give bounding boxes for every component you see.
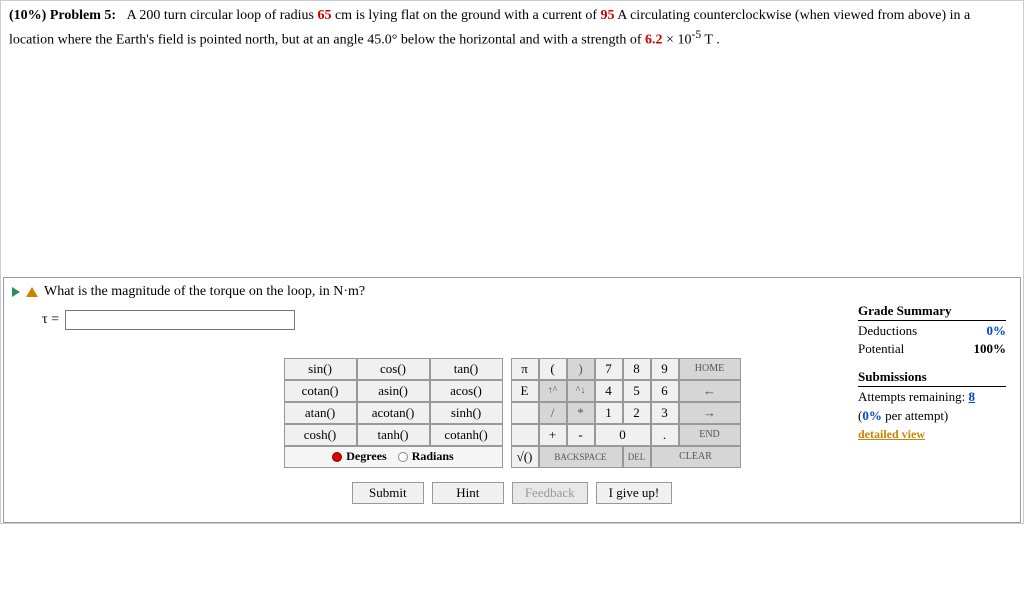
key-3[interactable]: 3: [651, 402, 679, 424]
key-4[interactable]: 4: [595, 380, 623, 402]
giveup-button[interactable]: I give up!: [596, 482, 673, 504]
radians-radio[interactable]: [398, 452, 408, 462]
e-key[interactable]: E: [511, 380, 539, 402]
divide-key[interactable]: /: [539, 402, 567, 424]
problem-weight: (10%): [9, 8, 46, 23]
sqrt-key[interactable]: √(): [511, 446, 539, 468]
cosh-button[interactable]: cosh(): [284, 424, 357, 446]
problem-statement: (10%) Problem 5: A 200 turn circular loo…: [1, 1, 1023, 57]
asin-button[interactable]: asin(): [357, 380, 430, 402]
acotan-button[interactable]: acotan(): [357, 402, 430, 424]
multiply-key[interactable]: *: [567, 402, 595, 424]
question-text: What is the magnitude of the torque on t…: [44, 284, 365, 300]
key-6[interactable]: 6: [651, 380, 679, 402]
cos-button[interactable]: cos(): [357, 358, 430, 380]
grade-title: Grade Summary: [858, 302, 1006, 321]
key-2[interactable]: 2: [623, 402, 651, 424]
plus-key[interactable]: +: [539, 424, 567, 446]
key-1[interactable]: 1: [595, 402, 623, 424]
clear-key[interactable]: CLEAR: [651, 446, 741, 468]
cotanh-button[interactable]: cotanh(): [430, 424, 503, 446]
sinh-button[interactable]: sinh(): [430, 402, 503, 424]
grade-summary: Grade Summary Deductions 0% Potential 10…: [858, 302, 1006, 443]
blank-key-1: [511, 402, 539, 424]
degrees-radio[interactable]: [332, 452, 342, 462]
left-key[interactable]: ←: [679, 380, 741, 402]
tau-label: τ =: [42, 312, 59, 328]
play-icon[interactable]: [12, 287, 20, 297]
rparen-key[interactable]: ): [567, 358, 595, 380]
feedback-button: Feedback: [512, 482, 588, 504]
end-key[interactable]: END: [679, 424, 741, 446]
home-key[interactable]: HOME: [679, 358, 741, 380]
del-key[interactable]: DEL: [623, 446, 651, 468]
submit-button[interactable]: Submit: [352, 482, 424, 504]
up-key[interactable]: ↑^: [539, 380, 567, 402]
cotan-button[interactable]: cotan(): [284, 380, 357, 402]
tan-button[interactable]: tan(): [430, 358, 503, 380]
attempts-remaining[interactable]: 8: [968, 389, 975, 404]
minus-key[interactable]: -: [567, 424, 595, 446]
hint-button[interactable]: Hint: [432, 482, 504, 504]
sin-button[interactable]: sin(): [284, 358, 357, 380]
backspace-key[interactable]: BACKSPACE: [539, 446, 623, 468]
key-0[interactable]: 0: [595, 424, 651, 446]
key-7[interactable]: 7: [595, 358, 623, 380]
atan-button[interactable]: atan(): [284, 402, 357, 424]
key-5[interactable]: 5: [623, 380, 651, 402]
down-key[interactable]: ^↓: [567, 380, 595, 402]
pi-key[interactable]: π: [511, 358, 539, 380]
blank-key-2: [511, 424, 539, 446]
right-key[interactable]: →: [679, 402, 741, 424]
answer-input[interactable]: [65, 310, 295, 330]
problem-label: Problem 5:: [50, 8, 116, 23]
key-9[interactable]: 9: [651, 358, 679, 380]
dot-key[interactable]: .: [651, 424, 679, 446]
submissions-title: Submissions: [858, 368, 1006, 387]
tanh-button[interactable]: tanh(): [357, 424, 430, 446]
acos-button[interactable]: acos(): [430, 380, 503, 402]
question-panel: What is the magnitude of the torque on t…: [3, 277, 1021, 523]
detailed-view-link[interactable]: detailed view: [858, 427, 925, 441]
lparen-key[interactable]: (: [539, 358, 567, 380]
key-8[interactable]: 8: [623, 358, 651, 380]
warning-icon[interactable]: [26, 287, 38, 297]
